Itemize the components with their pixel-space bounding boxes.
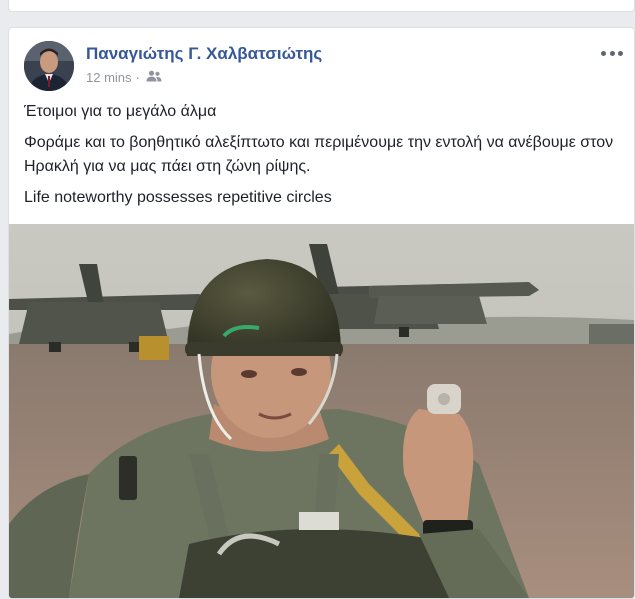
post-paragraph-3: Life noteworthy possesses repetitive cir… bbox=[24, 189, 332, 206]
more-options-icon[interactable] bbox=[601, 46, 623, 60]
avatar-image bbox=[24, 41, 74, 91]
post-paragraph-2: Φοράμε και το βοηθητικό αλεξίπτωτο και π… bbox=[24, 134, 614, 175]
author-avatar[interactable] bbox=[24, 41, 74, 91]
meta-separator: · bbox=[135, 70, 140, 85]
post-paragraph-1: Έτοιμοι για το μεγάλο άλμα bbox=[24, 103, 217, 120]
paratrooper-photo-image bbox=[9, 224, 634, 598]
author-name-link[interactable]: Παναγιώτης Γ. Χαλβατσιώτης bbox=[86, 44, 322, 64]
friends-audience-icon[interactable] bbox=[146, 70, 162, 85]
previous-post-card bbox=[8, 0, 635, 12]
post-text: Έτοιμοι για το μεγάλο άλμα Φοράμε και το… bbox=[24, 100, 619, 217]
feed-post: Παναγιώτης Γ. Χαλβατσιώτης 12 mins · Έτο… bbox=[8, 27, 635, 599]
post-timestamp[interactable]: 12 mins bbox=[86, 70, 132, 85]
post-meta: 12 mins · bbox=[86, 70, 162, 85]
post-photo[interactable] bbox=[9, 224, 634, 598]
